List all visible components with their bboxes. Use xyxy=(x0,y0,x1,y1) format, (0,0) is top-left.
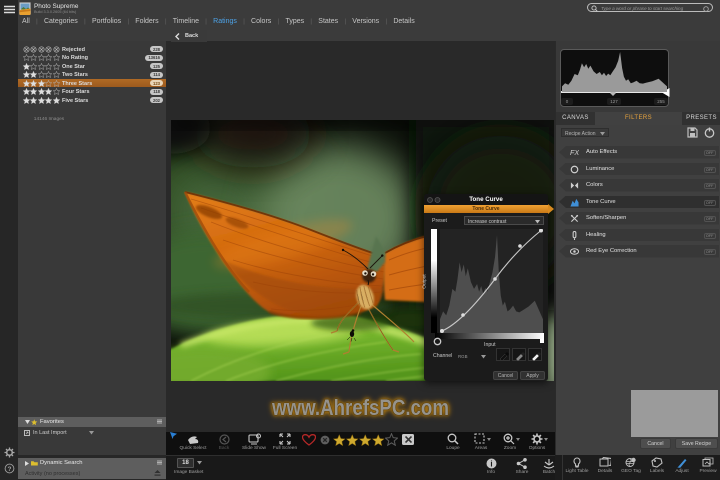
svg-text:i: i xyxy=(490,460,492,469)
svg-text:FX: FX xyxy=(570,148,579,157)
svg-text:?: ? xyxy=(8,466,12,473)
